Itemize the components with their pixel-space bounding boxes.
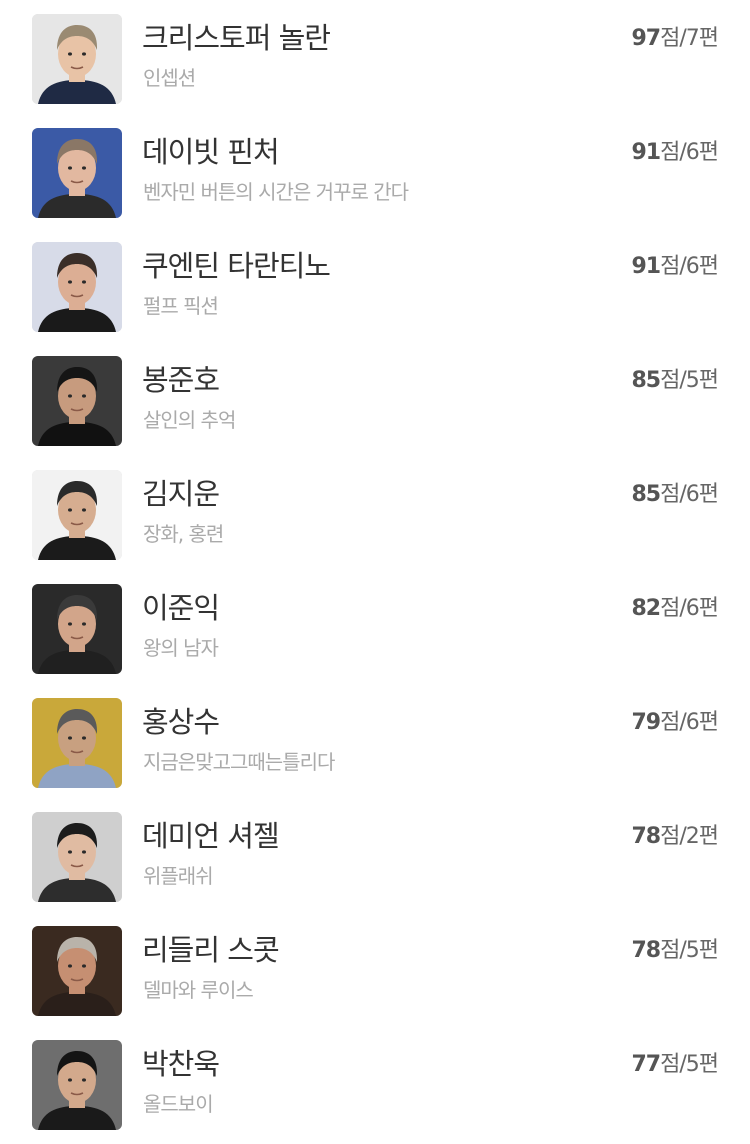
director-row-7[interactable]: 홍상수 지금은맞고그때는틀리다 79점/6편: [0, 684, 750, 798]
film-count: 7: [685, 26, 700, 51]
director-avatar: [32, 470, 122, 560]
film-count: 5: [685, 1052, 700, 1077]
score-points: 91: [631, 140, 661, 165]
director-row-10[interactable]: 박찬욱 올드보이 77점/5편: [0, 1026, 750, 1140]
score-points: 78: [631, 824, 661, 849]
director-avatar: [32, 698, 122, 788]
director-name: 데이빗 핀처: [142, 135, 280, 169]
director-row-2[interactable]: 데이빗 핀처 벤자민 버튼의 시간은 거꾸로 간다 91점/6편: [0, 114, 750, 228]
score-points: 77: [631, 1052, 661, 1077]
director-row-5[interactable]: 김지운 장화, 홍련 85점/6편: [0, 456, 750, 570]
score-points: 85: [631, 368, 661, 393]
score-points: 97: [631, 26, 661, 51]
score-points: 82: [631, 596, 661, 621]
director-avatar: [32, 584, 122, 674]
score-points-suffix: 점/: [660, 254, 687, 279]
director-score: 82점/6편: [631, 594, 719, 624]
director-row-8[interactable]: 데미언 셔젤 위플래쉬 78점/2편: [0, 798, 750, 912]
director-row-4[interactable]: 봉준호 살인의 추억 85점/5편: [0, 342, 750, 456]
director-ranking-list: 크리스토퍼 놀란 인셉션 97점/7편 데이빗 핀처 벤자민 버튼의 시간은 거…: [0, 0, 750, 1144]
film-count: 6: [685, 254, 700, 279]
director-name: 홍상수: [142, 705, 220, 739]
director-row-9[interactable]: 리들리 스콧 델마와 루이스 78점/5편: [0, 912, 750, 1026]
film-count-suffix: 편: [698, 140, 719, 165]
film-count-suffix: 편: [698, 596, 719, 621]
director-name: 박찬욱: [142, 1047, 220, 1081]
film-count-suffix: 편: [698, 824, 719, 849]
director-avatar: [32, 14, 122, 104]
score-points-suffix: 점/: [660, 368, 687, 393]
director-score: 79점/6편: [631, 708, 719, 738]
director-name: 김지운: [142, 477, 220, 511]
film-count: 6: [685, 596, 700, 621]
director-row-1[interactable]: 크리스토퍼 놀란 인셉션 97점/7편: [0, 0, 750, 114]
director-score: 91점/6편: [631, 252, 719, 282]
film-count-suffix: 편: [698, 1052, 719, 1077]
director-row-6[interactable]: 이준익 왕의 남자 82점/6편: [0, 570, 750, 684]
film-count: 6: [685, 710, 700, 735]
score-points: 91: [631, 254, 661, 279]
score-points-suffix: 점/: [660, 140, 687, 165]
director-name: 이준익: [142, 591, 220, 625]
director-name: 리들리 스콧: [142, 933, 280, 967]
director-representative-work: 펄프 픽션: [143, 294, 219, 318]
score-points-suffix: 점/: [660, 824, 687, 849]
director-avatar: [32, 242, 122, 332]
score-points: 78: [631, 938, 661, 963]
score-points-suffix: 점/: [660, 1052, 687, 1077]
score-points-suffix: 점/: [660, 26, 687, 51]
director-name: 데미언 셔젤: [142, 819, 280, 853]
director-score: 85점/5편: [631, 366, 719, 396]
director-avatar: [32, 356, 122, 446]
score-points-suffix: 점/: [660, 482, 687, 507]
director-name: 봉준호: [142, 363, 220, 397]
director-avatar: [32, 128, 122, 218]
film-count-suffix: 편: [698, 368, 719, 393]
director-avatar: [32, 812, 122, 902]
director-representative-work: 델마와 루이스: [143, 978, 254, 1002]
score-points: 85: [631, 482, 661, 507]
film-count: 5: [685, 368, 700, 393]
director-score: 78점/2편: [631, 822, 719, 852]
director-representative-work: 왕의 남자: [143, 636, 219, 660]
film-count: 2: [685, 824, 700, 849]
director-name: 쿠엔틴 타란티노: [142, 249, 331, 283]
film-count-suffix: 편: [698, 26, 719, 51]
director-representative-work: 인셉션: [143, 66, 196, 90]
director-name: 크리스토퍼 놀란: [142, 21, 331, 55]
director-representative-work: 벤자민 버튼의 시간은 거꾸로 간다: [143, 180, 409, 204]
score-points-suffix: 점/: [660, 710, 687, 735]
film-count-suffix: 편: [698, 254, 719, 279]
film-count-suffix: 편: [698, 938, 719, 963]
director-representative-work: 장화, 홍련: [143, 522, 224, 546]
director-representative-work: 올드보이: [143, 1092, 214, 1116]
director-score: 85점/6편: [631, 480, 719, 510]
director-score: 91점/6편: [631, 138, 719, 168]
film-count: 6: [685, 482, 700, 507]
director-representative-work: 지금은맞고그때는틀리다: [143, 750, 335, 774]
director-row-3[interactable]: 쿠엔틴 타란티노 펄프 픽션 91점/6편: [0, 228, 750, 342]
score-points-suffix: 점/: [660, 938, 687, 963]
score-points-suffix: 점/: [660, 596, 687, 621]
director-avatar: [32, 926, 122, 1016]
director-representative-work: 살인의 추억: [143, 408, 236, 432]
director-representative-work: 위플래쉬: [143, 864, 214, 888]
film-count-suffix: 편: [698, 710, 719, 735]
director-avatar: [32, 1040, 122, 1130]
film-count-suffix: 편: [698, 482, 719, 507]
director-score: 77점/5편: [631, 1050, 719, 1080]
film-count: 6: [685, 140, 700, 165]
film-count: 5: [685, 938, 700, 963]
director-score: 78점/5편: [631, 936, 719, 966]
score-points: 79: [631, 710, 661, 735]
director-score: 97점/7편: [631, 24, 719, 54]
